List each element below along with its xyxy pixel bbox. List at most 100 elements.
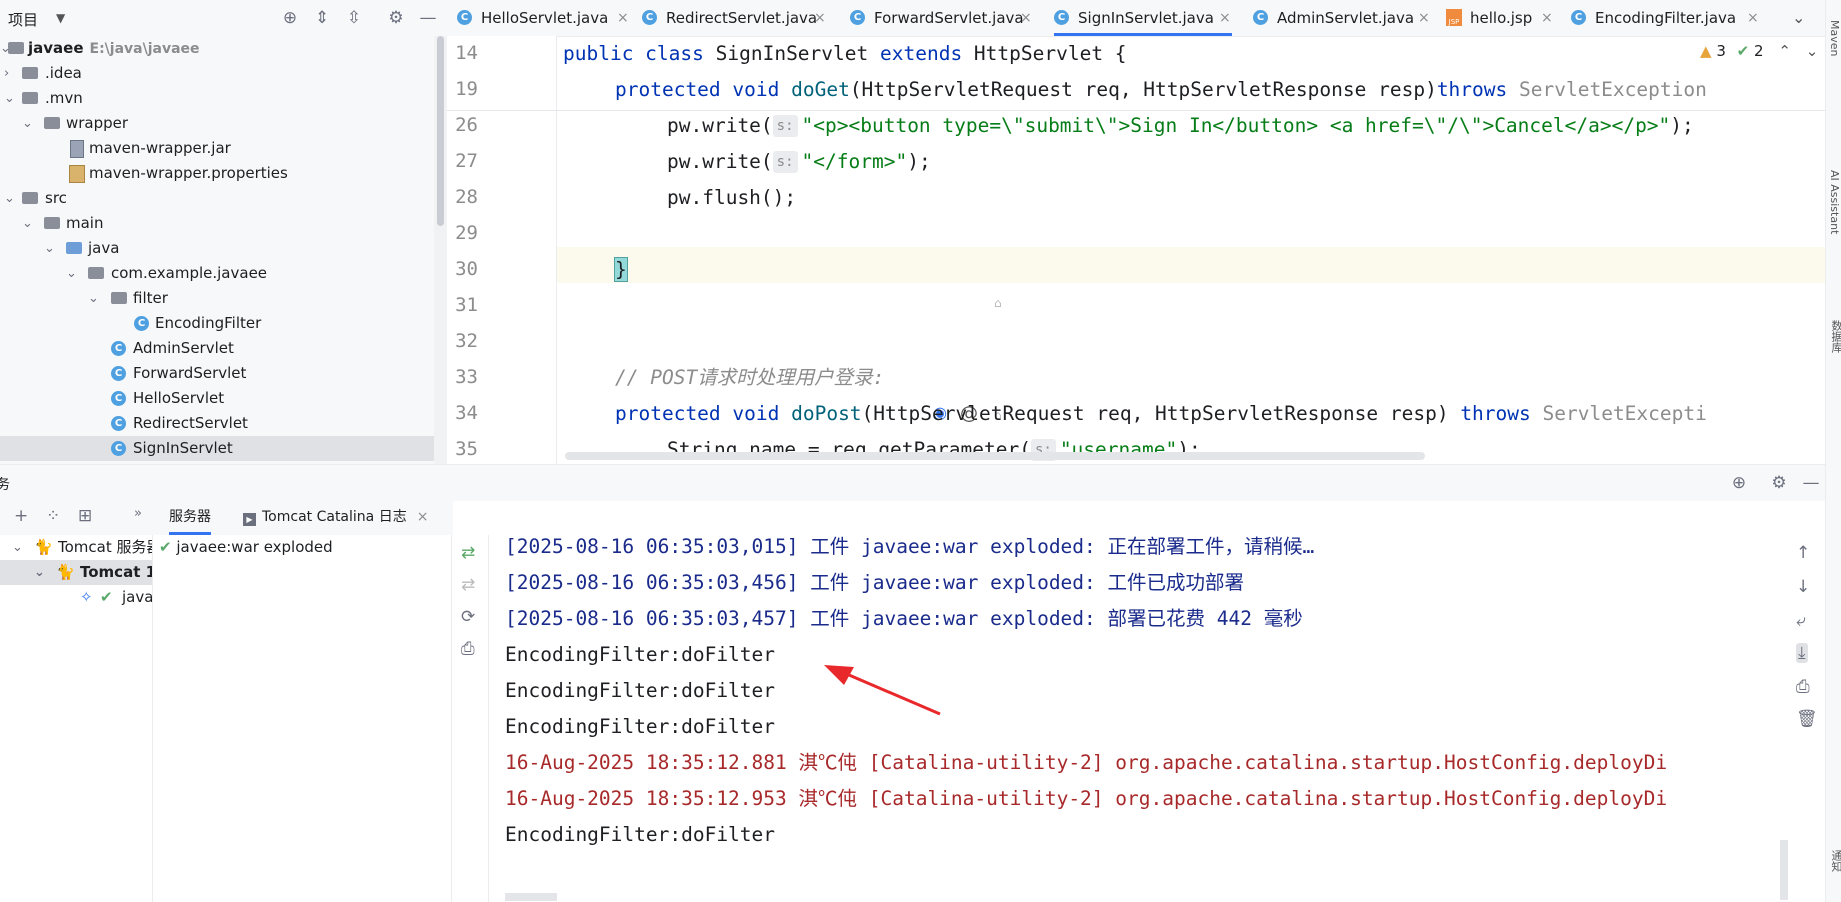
notifications-tool-button[interactable]: 通知	[1828, 850, 1841, 872]
print-icon[interactable]: ⎙	[1796, 677, 1810, 697]
tab-adminservlet[interactable]: C AdminServlet.java ×	[1253, 0, 1430, 36]
line-number: 32	[455, 330, 478, 352]
deployment-item[interactable]: ✔ javaee:war exploded	[159, 538, 333, 556]
code-token: "<p><button type=\"submit\">Sign In</but…	[801, 114, 1671, 137]
code-line-14: public class SignInServlet extends HttpS…	[563, 36, 1127, 72]
tab-encodingfilter[interactable]: C EncodingFilter.java ×	[1571, 0, 1761, 36]
group-icon[interactable]: ⁘	[46, 506, 60, 526]
new-group-icon[interactable]: ⊞	[78, 506, 92, 526]
log-horizontal-scrollbar[interactable]	[505, 893, 557, 901]
services-tabs: 服务器 ▶ Tomcat Catalina 日志 ×	[153, 500, 453, 535]
log-line: [2025-08-16 06:35:03,015] 工件 javaee:war …	[505, 535, 1315, 558]
code-editor[interactable]: public class SignInServlet extends HttpS…	[557, 36, 1825, 464]
code-token: SignInServlet	[715, 42, 880, 65]
chevron-down-icon[interactable]: ⌄	[1806, 42, 1819, 60]
log-line: EncodingFilter:doFilter	[505, 823, 776, 846]
tab-tomcat-catalina-log[interactable]: ▶ Tomcat Catalina 日志 ×	[243, 500, 428, 535]
chevron-up-icon[interactable]: ⌃	[1778, 42, 1791, 60]
code-token: HttpServlet {	[973, 42, 1127, 65]
line-number: 31	[455, 294, 478, 316]
tab-label: Tomcat Catalina 日志	[262, 509, 407, 525]
inspection-widget[interactable]: ▲ 3 ✔ 2 ⌃ ⌄	[1700, 42, 1818, 60]
annotation-arrow	[824, 665, 941, 716]
tab-servers[interactable]: 服务器	[169, 500, 211, 535]
log-line: [2025-08-16 06:35:03,456] 工件 javaee:war …	[505, 571, 1245, 594]
project-title[interactable]: 项目	[8, 9, 38, 30]
tree-item-java-artifact[interactable]: ✧ ✔ java	[0, 585, 152, 610]
tab-signinservlet[interactable]: C SignInServlet.java ×	[1054, 0, 1232, 36]
class-icon: C	[1571, 10, 1586, 25]
services-title: 务	[0, 477, 10, 493]
code-token: ServletException	[1519, 78, 1707, 101]
minimize-icon[interactable]: —	[1799, 471, 1823, 495]
scroll-to-end-icon[interactable]: ⤓	[1796, 643, 1808, 663]
log-console[interactable]: [2025-08-16 06:35:03,015] 工件 javaee:war …	[489, 535, 1789, 902]
close-icon[interactable]: ×	[417, 509, 429, 525]
gear-icon[interactable]: ⚙	[384, 6, 408, 30]
chevron-down-icon[interactable]: ⌄	[12, 535, 23, 560]
expand-all-icon[interactable]: ⇕	[310, 6, 334, 30]
close-icon[interactable]: ×	[1020, 0, 1032, 36]
code-token: ServletExcepti	[1542, 402, 1707, 425]
code-line-19: protected void doGet(HttpServletRequest …	[615, 72, 1707, 108]
tab-helloservlet[interactable]: C HelloServlet.java ×	[457, 0, 629, 36]
code-token: );	[1670, 114, 1694, 137]
maven-tool-button[interactable]: Maven	[1828, 20, 1841, 56]
line-number: 14	[455, 42, 478, 64]
collapse-all-icon[interactable]: ⇳	[342, 6, 366, 30]
close-icon[interactable]: ×	[1541, 0, 1553, 36]
check-icon: ✔	[100, 588, 113, 606]
update-icon[interactable]: ⇄	[461, 575, 475, 595]
redeploy-icon[interactable]: ⇄	[461, 543, 475, 563]
class-icon: C	[1253, 10, 1268, 25]
code-token: (HttpServletRequest req, HttpServletResp…	[849, 78, 1437, 101]
editor-horizontal-scrollbar[interactable]	[565, 452, 1425, 460]
close-icon[interactable]: ×	[1219, 0, 1231, 36]
tab-label: RedirectServlet.java	[666, 9, 818, 27]
tab-redirectservlet[interactable]: C RedirectServlet.java ×	[642, 0, 832, 36]
close-icon[interactable]: ×	[1747, 0, 1759, 36]
tab-hello-jsp[interactable]: JSP hello.jsp ×	[1446, 0, 1556, 36]
chevron-down-icon[interactable]: ▼	[56, 11, 65, 25]
code-token: throws	[1436, 78, 1519, 101]
check-icon: ✔	[159, 538, 172, 556]
services-tree: ⌄ 🐈 Tomcat 服务器 ⌄ 🐈 Tomcat 10 ✧ ✔ java	[0, 535, 153, 902]
code-line-28: pw.flush();	[667, 186, 797, 209]
tab-label: AdminServlet.java	[1277, 9, 1415, 27]
soft-wrap-icon[interactable]: ⤶	[1796, 611, 1806, 631]
log-vertical-scrollbar[interactable]	[1780, 840, 1788, 900]
tab-label: ForwardServlet.java	[874, 9, 1024, 27]
code-token: );	[907, 150, 931, 173]
code-token: pw.write(	[667, 114, 773, 137]
database-tool-button[interactable]: 数据库	[1828, 320, 1841, 353]
code-line-27: pw.write(s: "</form>");	[667, 144, 931, 180]
project-tree: ⌄ javaee E:\java\javaee › .idea ⌄ .mvn ⌄ …	[0, 36, 434, 464]
code-token: pw.write(	[667, 150, 773, 173]
check-icon: ✔	[1736, 42, 1750, 60]
ai-assistant-tool-button[interactable]: AI Assistant	[1828, 170, 1841, 234]
trash-icon[interactable]: 🗑	[1796, 709, 1818, 729]
close-icon[interactable]: ×	[617, 0, 629, 36]
line-number: 33	[455, 366, 478, 388]
close-icon[interactable]: ×	[814, 0, 826, 36]
tab-forwardservlet[interactable]: C ForwardServlet.java ×	[850, 0, 1035, 36]
line-number: 28	[455, 186, 478, 208]
arrow-up-icon[interactable]: ↑	[1796, 543, 1810, 563]
code-line-30: }	[614, 252, 628, 288]
more-icon[interactable]: »	[134, 506, 142, 521]
close-icon[interactable]: ×	[1418, 0, 1430, 36]
tree-item-tomcat-10[interactable]: ⌄ 🐈 Tomcat 10	[0, 560, 152, 585]
tree-item-tomcat-server[interactable]: ⌄ 🐈 Tomcat 服务器	[0, 535, 152, 560]
refresh-icon[interactable]: ⟳	[461, 607, 475, 627]
chevron-down-icon[interactable]: ⌄	[34, 560, 45, 585]
minimize-icon[interactable]: —	[416, 6, 440, 30]
arrow-down-icon[interactable]: ↓	[1796, 577, 1810, 597]
tabs-dropdown-icon[interactable]: ⌄	[1792, 0, 1805, 36]
add-icon[interactable]: +	[14, 506, 28, 526]
code-line-26: pw.write(s: "<p><button type=\"submit\">S…	[667, 108, 1694, 144]
crosshair-icon[interactable]: ⊕	[278, 6, 302, 30]
tree-scrollbar[interactable]	[434, 36, 447, 464]
gear-icon[interactable]: ⚙	[1767, 471, 1791, 495]
deploy-icon[interactable]: ⎙	[461, 639, 475, 659]
crosshair-icon[interactable]: ⊕	[1727, 471, 1751, 495]
